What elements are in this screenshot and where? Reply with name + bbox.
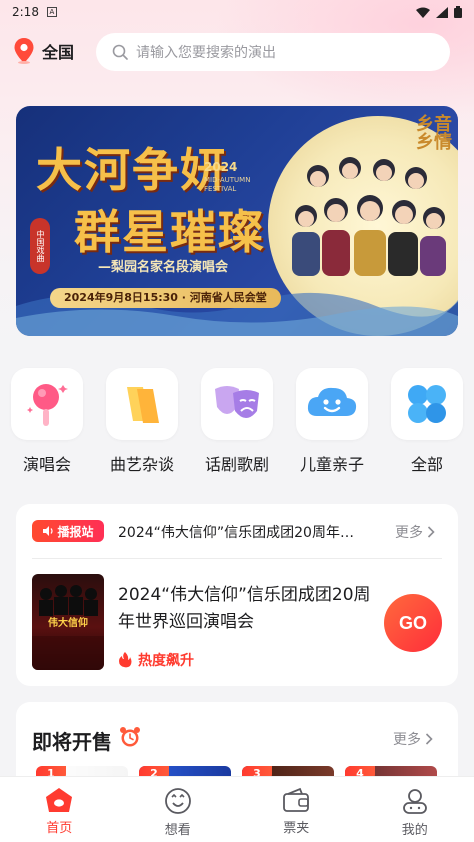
more-label: 更多	[395, 525, 423, 541]
status-bar: 2:18 A	[0, 0, 474, 24]
battery-icon	[454, 6, 462, 18]
microphone-icon	[27, 384, 68, 426]
category-kids[interactable]: 儿童亲子	[296, 368, 368, 475]
upcoming-more-link[interactable]: 更多	[393, 729, 433, 749]
category-tile	[296, 368, 368, 440]
broadcast-card: 播报站 2024“伟大信仰”信乐团成团20周年世界巡回演唱会 更多 伟大信仰 2…	[16, 504, 458, 686]
home-icon	[46, 788, 73, 812]
four-petals-icon	[408, 385, 446, 423]
tab-wallet[interactable]: 票夹	[237, 777, 356, 842]
location-pin-icon	[14, 38, 34, 64]
broadcast-badge-label: 播报站	[57, 524, 94, 539]
show-poster[interactable]: 伟大信仰	[32, 574, 104, 670]
chevron-right-icon	[427, 526, 435, 538]
tab-want[interactable]: 想看	[119, 777, 238, 842]
divider	[32, 558, 442, 559]
want-icon	[164, 788, 191, 814]
broadcast-text[interactable]: 2024“伟大信仰”信乐团成团20周年世界巡回演唱会	[118, 522, 364, 542]
category-drama[interactable]: 话剧歌剧	[201, 368, 273, 475]
category-label: 演唱会	[22, 455, 71, 474]
search-icon	[112, 44, 128, 60]
tab-label: 想看	[164, 823, 191, 838]
banner-date: 2024年9月8日15:30 · 河南省人民会堂	[50, 288, 281, 308]
category-label: 话剧歌剧	[204, 455, 269, 474]
category-label: 全部	[410, 455, 443, 474]
profile-icon	[402, 789, 427, 814]
category-label: 儿童亲子	[299, 455, 364, 474]
banner-side-tag: 中国戏曲	[30, 218, 50, 274]
poster-title: 伟大信仰	[48, 618, 88, 629]
go-button[interactable]: GO	[384, 594, 442, 652]
performers-group-image	[292, 157, 446, 276]
tab-profile[interactable]: 我的	[356, 777, 474, 842]
status-time: 2:18	[12, 5, 39, 19]
banner-logo: 乡音乡情	[416, 114, 452, 153]
alarm-clock-icon	[120, 727, 140, 747]
wifi-icon	[416, 7, 430, 18]
notification-icon: A	[46, 7, 57, 17]
chevron-right-icon	[425, 733, 433, 745]
ticket-icon	[127, 387, 159, 423]
broadcast-badge: 播报站	[32, 520, 104, 542]
hot-indicator: 热度飙升	[118, 650, 194, 670]
banner-year: 2024	[204, 160, 238, 174]
banner-title-line1: 大河争妍	[36, 143, 228, 197]
category-tile	[11, 368, 83, 440]
category-grid: 演唱会 曲艺杂谈 话剧歌剧 儿童亲子 全部	[0, 368, 474, 478]
speaker-icon	[43, 526, 54, 536]
tab-label: 我的	[401, 823, 428, 838]
category-all[interactable]: 全部	[391, 368, 463, 475]
flame-icon	[119, 652, 132, 668]
tab-label: 首页	[46, 821, 73, 836]
theater-masks-icon	[215, 386, 259, 418]
broadcast-more-link[interactable]: 更多	[395, 522, 435, 542]
more-label: 更多	[393, 732, 421, 748]
category-tile	[201, 368, 273, 440]
show-title[interactable]: 2024“伟大信仰”信乐团成团20周年世界巡回演唱会	[118, 582, 374, 636]
banner-festival: MID-AUTUMN FESTIVAL	[204, 176, 251, 193]
category-quyi[interactable]: 曲艺杂谈	[106, 368, 178, 475]
banner-subtitle: —梨园名家名段演唱会	[98, 260, 229, 275]
tab-home[interactable]: 首页	[0, 777, 119, 842]
banner-title-line2: 群星璀璨	[74, 205, 266, 259]
category-concert[interactable]: 演唱会	[11, 368, 83, 475]
search-input[interactable]: 请输入您要搜索的演出	[96, 33, 450, 71]
status-indicators	[416, 6, 462, 18]
location-label: 全国	[42, 43, 75, 62]
promo-banner[interactable]: 中国戏曲 大河争妍 2024 MID-AUTUMN FESTIVAL 群星璀璨 …	[16, 106, 458, 336]
search-placeholder: 请输入您要搜索的演出	[136, 45, 276, 61]
location-selector[interactable]: 全国	[14, 38, 74, 64]
hot-label: 热度飙升	[138, 653, 194, 669]
upcoming-title: 即将开售	[32, 730, 112, 754]
bottom-tab-bar: 首页 想看 票夹 我的	[0, 776, 474, 842]
smiley-cloud-icon	[307, 387, 357, 416]
category-label: 曲艺杂谈	[109, 455, 174, 474]
category-tile	[106, 368, 178, 440]
tab-label: 票夹	[283, 821, 310, 836]
wallet-icon	[283, 787, 310, 812]
signal-icon	[436, 6, 448, 18]
category-tile	[391, 368, 463, 440]
